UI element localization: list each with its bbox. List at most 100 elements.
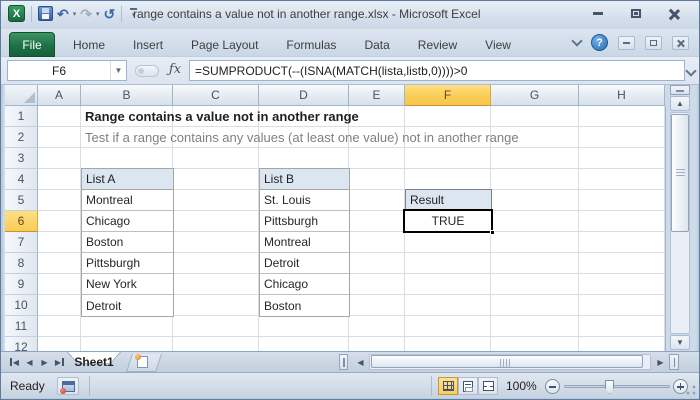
- list-b-header-cell[interactable]: List B: [260, 169, 349, 190]
- row-header-11[interactable]: 11: [5, 316, 38, 337]
- column-header-e[interactable]: E: [349, 85, 405, 106]
- horizontal-split-handle[interactable]: [669, 354, 679, 370]
- list-a-cell[interactable]: Boston: [82, 232, 173, 253]
- undo-icon[interactable]: ↶: [57, 7, 69, 21]
- minimize-button[interactable]: [587, 6, 609, 21]
- insert-worksheet-icon[interactable]: [135, 354, 148, 368]
- view-normal-button[interactable]: [438, 377, 458, 395]
- selected-cell-f6[interactable]: TRUE: [403, 209, 495, 235]
- undo-dropdown-icon[interactable]: ▾: [73, 10, 77, 18]
- row-header-5[interactable]: 5: [5, 190, 38, 211]
- status-ready-label: Ready: [10, 379, 45, 393]
- list-b-cell[interactable]: St. Louis: [260, 190, 349, 211]
- row-header-4[interactable]: 4: [5, 169, 38, 190]
- tab-home[interactable]: Home: [59, 32, 119, 57]
- close-button[interactable]: [663, 6, 685, 21]
- column-header-d[interactable]: D: [259, 85, 349, 106]
- tab-review[interactable]: Review: [404, 32, 471, 57]
- fx-icon[interactable]: ƒx: [164, 62, 186, 77]
- save-icon[interactable]: [38, 6, 53, 21]
- column-header-h[interactable]: H: [579, 85, 665, 106]
- tab-formulas[interactable]: Formulas: [272, 32, 350, 57]
- tab-page-layout[interactable]: Page Layout: [177, 32, 272, 57]
- redo-icon[interactable]: ↷: [80, 7, 92, 21]
- list-b-cell[interactable]: Pittsburgh: [260, 211, 349, 232]
- row-header-1[interactable]: 1: [5, 106, 38, 127]
- resize-grip[interactable]: [685, 384, 697, 396]
- cell-grid[interactable]: Range contains a value not in another ra…: [38, 106, 666, 351]
- list-a-cell[interactable]: New York: [82, 274, 173, 295]
- tab-split-handle[interactable]: [339, 354, 348, 370]
- workbook-restore-button[interactable]: [645, 35, 662, 50]
- ribbon-tabs: Home Insert Page Layout Formulas Data Re…: [59, 32, 525, 57]
- vertical-split-handle[interactable]: [670, 85, 690, 95]
- row-header-7[interactable]: 7: [5, 232, 38, 253]
- column-header-f-selected[interactable]: F: [405, 85, 491, 106]
- formula-input[interactable]: =SUMPRODUCT(--(ISNA(MATCH(lista,listb,0)…: [189, 60, 685, 81]
- list-a-cell[interactable]: Pittsburgh: [82, 253, 173, 274]
- first-sheet-icon[interactable]: ◀: [7, 354, 22, 370]
- scroll-up-icon[interactable]: ▲: [670, 96, 690, 111]
- tab-sheet1[interactable]: Sheet1: [63, 352, 125, 372]
- row-header-9[interactable]: 9: [5, 274, 38, 295]
- tab-data[interactable]: Data: [350, 32, 403, 57]
- hscroll-left-icon[interactable]: ◀: [353, 354, 368, 370]
- excel-logo-icon[interactable]: X: [8, 5, 25, 22]
- next-sheet-icon[interactable]: ▶: [37, 354, 52, 370]
- row-header-3[interactable]: 3: [5, 148, 38, 169]
- horizontal-scroll-thumb[interactable]: [371, 355, 643, 368]
- vertical-scroll-track[interactable]: [670, 112, 690, 334]
- gridline: [578, 106, 579, 351]
- list-b-cell[interactable]: Boston: [260, 295, 349, 316]
- row-header-8[interactable]: 8: [5, 253, 38, 274]
- tab-insert[interactable]: Insert: [119, 32, 177, 57]
- view-page-layout-button[interactable]: [458, 377, 478, 395]
- list-a-header-cell[interactable]: List A: [82, 169, 173, 190]
- column-header-b[interactable]: B: [81, 85, 173, 106]
- result-header-cell[interactable]: Result: [405, 189, 492, 210]
- list-b-cell[interactable]: Detroit: [260, 253, 349, 274]
- hscroll-right-icon[interactable]: ▶: [653, 354, 668, 370]
- row-header-2[interactable]: 2: [5, 127, 38, 148]
- list-b-cell[interactable]: Chicago: [260, 274, 349, 295]
- workbook-close-button[interactable]: [672, 35, 689, 50]
- gridline: [664, 106, 665, 351]
- repeat-icon[interactable]: ↺: [104, 7, 116, 21]
- redo-dropdown-icon[interactable]: ▾: [96, 10, 100, 18]
- column-header-c[interactable]: C: [173, 85, 259, 106]
- expand-formula-bar-icon[interactable]: [685, 65, 697, 77]
- column-header-a[interactable]: A: [38, 85, 81, 106]
- previous-sheet-icon[interactable]: ◀: [22, 354, 37, 370]
- row-header-10[interactable]: 10: [5, 295, 38, 316]
- workbook-minimize-button[interactable]: [618, 35, 635, 50]
- restore-button[interactable]: [625, 6, 647, 21]
- list-a-cell[interactable]: Chicago: [82, 211, 173, 232]
- zoom-out-button[interactable]: [545, 379, 560, 394]
- name-box-dropdown-icon[interactable]: ▼: [110, 61, 126, 80]
- tab-file[interactable]: File: [9, 32, 55, 57]
- vertical-scroll-thumb[interactable]: [671, 114, 689, 232]
- worksheet-subtitle-cell[interactable]: Test if a range contains any values (at …: [85, 130, 519, 145]
- list-b-cell[interactable]: Montreal: [260, 232, 349, 253]
- tab-view[interactable]: View: [471, 32, 525, 57]
- row-header-6-selected[interactable]: 6: [5, 211, 38, 232]
- list-a-cell[interactable]: Montreal: [82, 190, 173, 211]
- list-a-cell[interactable]: Detroit: [82, 295, 173, 316]
- fill-handle[interactable]: [490, 230, 495, 235]
- scroll-down-icon[interactable]: ▼: [670, 335, 690, 350]
- zoom-level: 100%: [506, 379, 537, 393]
- macro-record-button[interactable]: [57, 377, 79, 395]
- view-page-break-button[interactable]: [478, 377, 498, 395]
- list-b-table: List B St. Louis Pittsburgh Montreal Det…: [259, 168, 350, 317]
- expand-ribbon-icon[interactable]: [571, 35, 583, 47]
- help-icon[interactable]: ?: [591, 34, 608, 51]
- row-header-12[interactable]: 12: [5, 337, 38, 351]
- horizontal-scroll-track[interactable]: [369, 354, 651, 370]
- column-header-g[interactable]: G: [491, 85, 579, 106]
- select-all-corner[interactable]: [5, 85, 38, 106]
- restore-icon: [631, 9, 641, 18]
- zoom-slider[interactable]: [564, 380, 670, 394]
- worksheet-title-cell[interactable]: Range contains a value not in another ra…: [85, 109, 359, 124]
- zoom-slider-thumb[interactable]: [605, 380, 614, 394]
- name-box[interactable]: F6 ▼: [7, 60, 127, 81]
